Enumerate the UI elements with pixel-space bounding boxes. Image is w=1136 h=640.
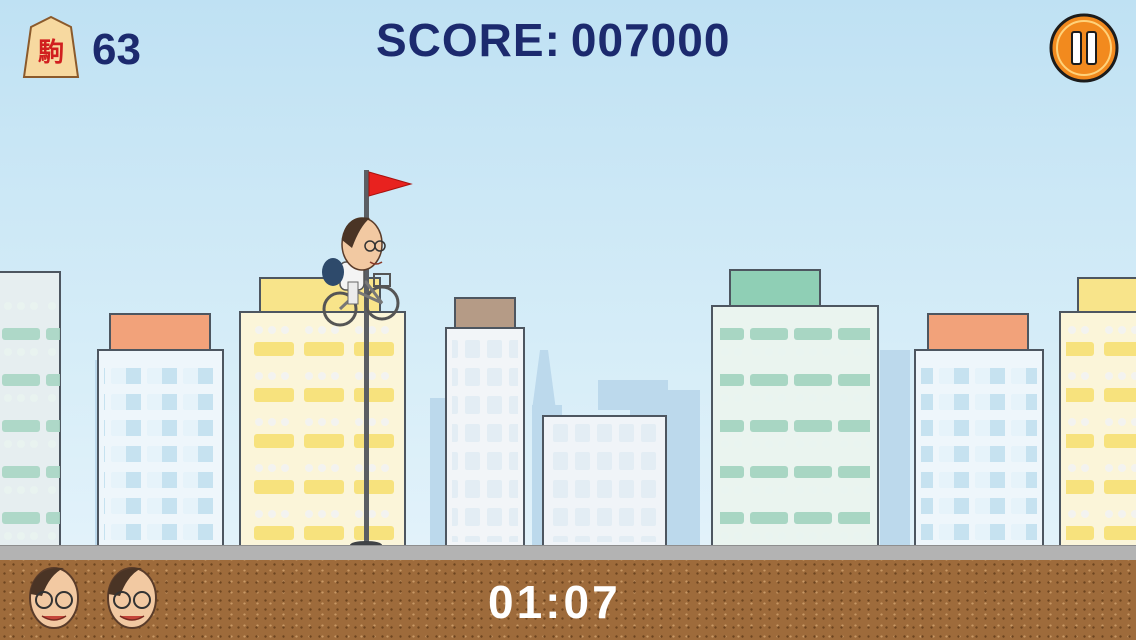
piece-glyph: 駒 bbox=[38, 38, 64, 68]
score-value: 007000 bbox=[570, 14, 731, 66]
piece-count: 63 bbox=[92, 25, 141, 74]
shogi-piece-icon: 駒 bbox=[22, 15, 80, 78]
player-face-icon bbox=[29, 567, 79, 629]
player-face-icon bbox=[107, 567, 157, 629]
game-scene[interactable]: 駒 63 SCORE: 007000 01:07 bbox=[0, 0, 1136, 640]
timer: 01:07 bbox=[488, 576, 621, 628]
pause-button[interactable] bbox=[1048, 12, 1120, 84]
player-cyclist bbox=[322, 217, 400, 327]
pause-icon bbox=[1049, 13, 1119, 83]
score-label: SCORE: bbox=[376, 14, 561, 66]
score-display: SCORE: 007000 bbox=[376, 14, 730, 66]
